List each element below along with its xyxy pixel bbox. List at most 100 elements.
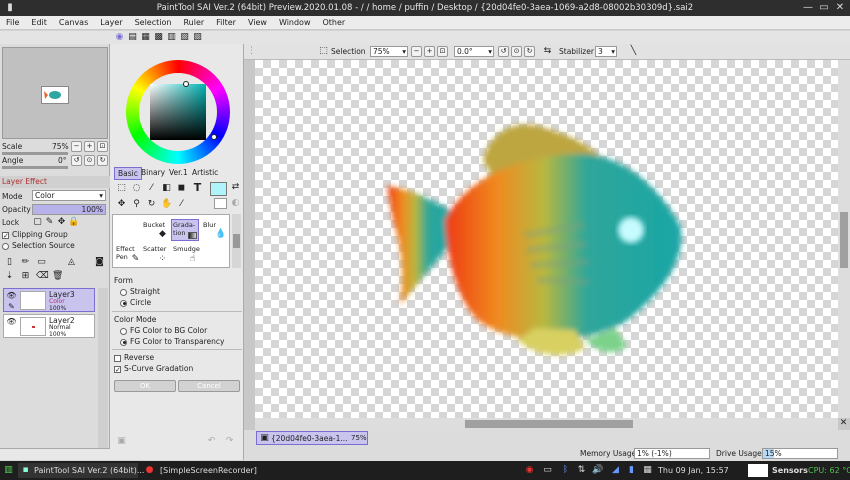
selection-source-radio[interactable]: Selection Source [2, 241, 75, 250]
task-simplescreenrecorder[interactable]: ● [SimpleScreenRecorder] [142, 463, 272, 478]
menu-filter[interactable]: Filter [210, 16, 242, 29]
new-folder-icon[interactable]: ▭ [36, 257, 47, 268]
hue-ring[interactable] [126, 60, 230, 164]
network-icon[interactable]: ⇅ [576, 465, 587, 476]
color-sliders-icon[interactable]: ▤ [127, 32, 138, 43]
menu-ruler[interactable]: Ruler [177, 16, 210, 29]
calendar-icon[interactable]: ▦ [642, 465, 653, 476]
tab-basic[interactable]: Basic [114, 167, 142, 180]
text-tool-icon[interactable]: T [192, 182, 203, 193]
zoom-select[interactable]: 75% ▾ [370, 46, 408, 57]
delete-layer-icon[interactable]: 🗑 [52, 271, 63, 282]
move-icon[interactable]: ✥ [116, 199, 127, 210]
new-linework-layer-icon[interactable]: ✏ [20, 257, 31, 268]
merge-down-icon[interactable]: ⊞ [20, 271, 31, 282]
opacity-slider[interactable]: 100% [32, 204, 106, 215]
menu-edit[interactable]: Edit [25, 16, 53, 29]
display-icon[interactable]: ▭ [542, 465, 553, 476]
eyedropper-icon[interactable]: ⁄ [176, 199, 187, 210]
eye-icon[interactable]: 👁 [6, 290, 17, 301]
layer-list-scrollbar[interactable] [98, 288, 108, 448]
canvas-horizontal-scrollbar[interactable] [255, 418, 838, 430]
rotate-right-button[interactable]: ↻ [97, 155, 108, 166]
tab-ver1[interactable]: Ver.1 [169, 168, 188, 177]
cancel-button[interactable]: Cancel [178, 380, 240, 392]
maximize-icon[interactable]: ▭ [816, 0, 832, 16]
selection-pen-icon[interactable]: ◧ [161, 183, 172, 194]
scale-slider[interactable] [2, 152, 68, 155]
clipping-group-checkbox[interactable]: ✓ Clipping Group [2, 230, 68, 239]
scratchpad-icon[interactable]: ▥ [166, 32, 177, 43]
eye-icon[interactable]: 👁 [6, 316, 17, 327]
rotate-right-button[interactable]: ↻ [524, 46, 535, 57]
background-color-swatch[interactable] [214, 198, 227, 209]
copy-settings-icon[interactable]: ▣ [116, 436, 127, 447]
saturation-value-square[interactable] [150, 84, 206, 140]
palette-icon[interactable]: ▧ [179, 32, 190, 43]
color-grid-icon[interactable]: ▦ [140, 32, 151, 43]
brush-smudge[interactable]: Smudge ☝ [171, 243, 200, 267]
lock-all-icon[interactable]: 🔒 [68, 217, 79, 228]
swap-colors-icon[interactable]: ⇄ [230, 182, 241, 193]
foreground-color-swatch[interactable] [210, 182, 227, 196]
form-circle-radio[interactable]: Circle [120, 298, 151, 307]
scrollbar-thumb[interactable] [465, 420, 633, 428]
form-straight-radio[interactable]: Straight [120, 287, 160, 296]
minimize-icon[interactable]: — [800, 0, 816, 16]
start-menu-icon[interactable]: ▥ [3, 465, 14, 476]
undo-icon[interactable]: ↶ [206, 436, 217, 447]
layer-row-layer2[interactable]: 👁 Layer2 Normal 100% [3, 314, 95, 338]
zoom-in-button[interactable]: + [84, 141, 95, 152]
brush-gradation[interactable]: Grada-tion [171, 219, 199, 241]
select-rect-icon[interactable]: ⬚ [116, 183, 127, 194]
brush-scatter[interactable]: Scatter ⁘ [141, 243, 169, 267]
layer-mask-icon[interactable]: ◙ [94, 257, 105, 268]
layer-effect-header[interactable]: Layer Effect [0, 176, 110, 188]
clock[interactable]: Thu 09 Jan, 15:57 [658, 466, 729, 475]
zoom-out-button[interactable]: − [71, 141, 82, 152]
zoom-out-button[interactable]: − [411, 46, 422, 57]
battery-icon[interactable]: ▮ [626, 465, 637, 476]
canvas-vertical-scrollbar[interactable] [838, 60, 850, 418]
record-tray-icon[interactable]: ◉ [524, 465, 535, 476]
tab-binary[interactable]: Binary [141, 168, 165, 177]
signal-icon[interactable]: ◢ [610, 465, 621, 476]
brush-bucket[interactable]: Bucket ◆ [141, 219, 169, 241]
menu-layer[interactable]: Layer [94, 16, 128, 29]
color-wheel-icon[interactable]: ◉ [114, 32, 125, 43]
menu-selection[interactable]: Selection [129, 16, 178, 29]
s-curve-checkbox[interactable]: ✓ S-Curve Gradation [114, 364, 193, 373]
transparent-color-icon[interactable]: ◐ [230, 198, 241, 209]
lock-transparency-icon[interactable]: ▢ [32, 217, 43, 228]
flip-horizontal-icon[interactable]: ⇆ [542, 46, 553, 57]
hue-marker[interactable] [183, 81, 189, 87]
layer-filter-icon[interactable]: ◬ [66, 257, 77, 268]
brush-blur[interactable]: Blur 💧 [201, 219, 229, 241]
rotate-left-button[interactable]: ↺ [71, 155, 82, 166]
zoom-fit-button[interactable]: ⊡ [437, 46, 448, 57]
stabilizer-select[interactable]: 3 ▾ [595, 46, 617, 57]
rotate-left-button[interactable]: ↺ [498, 46, 509, 57]
scrollbar-thumb[interactable] [840, 212, 848, 268]
rotate-icon[interactable]: ↻ [146, 199, 157, 210]
shape-icon[interactable]: ◼ [176, 183, 187, 194]
new-layer-icon[interactable]: ▯ [4, 257, 15, 268]
lock-paint-icon[interactable]: ✎ [44, 217, 55, 228]
tab-artistic[interactable]: Artistic [192, 168, 218, 177]
ok-button[interactable]: OK [114, 380, 176, 392]
redo-icon[interactable]: ↷ [224, 436, 235, 447]
navigator-preview[interactable] [2, 47, 108, 139]
menu-window[interactable]: Window [273, 16, 317, 29]
fg-to-transparency-radio[interactable]: FG Color to Transparency [120, 337, 224, 346]
document-tab[interactable]: ▣ {20d04fe0-3aea-1... 75% [256, 431, 368, 445]
angle-select[interactable]: 0.0° ▾ [454, 46, 494, 57]
transfer-down-icon[interactable]: ⇣ [4, 271, 15, 282]
angle-slider[interactable] [2, 166, 68, 169]
magic-wand-icon[interactable]: ⁄ [146, 183, 157, 194]
color-history-icon[interactable]: ▨ [192, 32, 203, 43]
sv-marker[interactable] [211, 134, 217, 140]
lock-move-icon[interactable]: ✥ [56, 217, 67, 228]
menu-canvas[interactable]: Canvas [53, 16, 94, 29]
zoom-reset-button[interactable]: ⊡ [97, 141, 108, 152]
menu-view[interactable]: View [242, 16, 273, 29]
